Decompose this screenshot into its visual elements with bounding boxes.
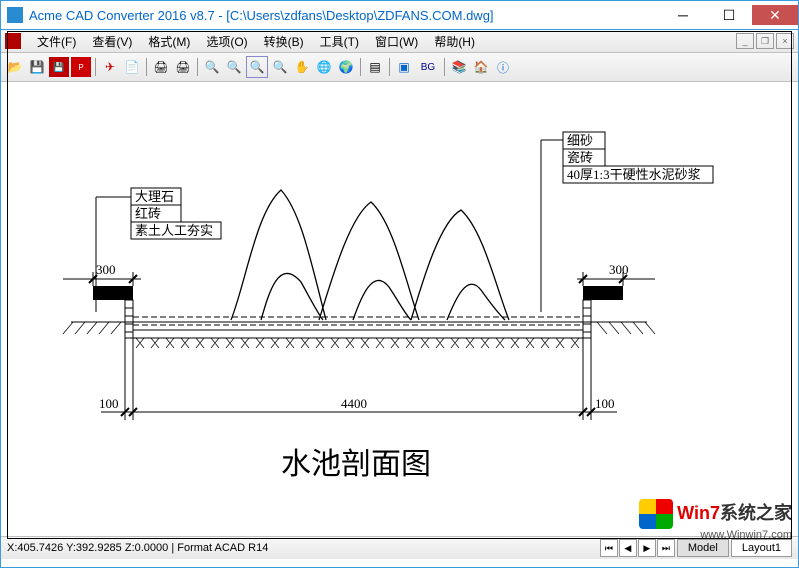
window-title: Acme CAD Converter 2016 v8.7 - [C:\Users… (29, 8, 660, 23)
menu-help[interactable]: 帮助(H) (426, 31, 483, 52)
pdf-icon[interactable]: P (71, 57, 91, 77)
nav-first-icon[interactable]: ⏮ (600, 539, 618, 557)
watermark: Win7系统之家 www.Winwin7.com (639, 499, 792, 541)
batch-icon[interactable]: 📄 (122, 57, 142, 77)
label-right-2: 40厚1:3干硬性水泥砂浆 (567, 167, 701, 182)
layout-icon[interactable]: ▣ (394, 57, 414, 77)
watermark-brand1: Win7 (677, 503, 720, 523)
rock-outlines (231, 190, 509, 320)
open-icon[interactable]: 📂 (5, 57, 25, 77)
minimize-button[interactable]: ─ (660, 5, 706, 25)
cap-left (93, 286, 133, 300)
tab-model[interactable]: Model (677, 539, 729, 557)
toolbar-separator (389, 58, 390, 76)
toolbar-separator (146, 58, 147, 76)
menu-convert[interactable]: 转换(B) (256, 31, 312, 52)
home-icon[interactable]: 🏠 (471, 57, 491, 77)
close-button[interactable]: ✕ (752, 5, 798, 25)
toolbar-separator (360, 58, 361, 76)
print-preview-icon[interactable]: 🖨 (173, 57, 193, 77)
cad-drawing: 大理石 红砖 素土人工夯实 细砂 瓷砖 40厚1:3干硬性水泥砂浆 300 30… (1, 82, 798, 536)
drawing-canvas[interactable]: 大理石 红砖 素土人工夯实 细砂 瓷砖 40厚1:3干硬性水泥砂浆 300 30… (1, 82, 798, 536)
mdi-controls: _ ❐ × (736, 33, 794, 49)
zoom-in-icon[interactable]: 🔍 (202, 57, 222, 77)
app-window: Acme CAD Converter 2016 v8.7 - [C:\Users… (0, 0, 799, 568)
mdi-minimize-button[interactable]: _ (736, 33, 754, 49)
label-left-0: 大理石 (135, 189, 174, 204)
label-left-2: 素土人工夯实 (135, 223, 213, 238)
info-icon[interactable]: ⓘ (493, 57, 513, 77)
toolbar-separator (95, 58, 96, 76)
zoom-rect-icon[interactable]: 🔍 (246, 56, 268, 78)
label-right-0: 细砂 (567, 133, 593, 148)
menubar: 文件(F) 查看(V) 格式(M) 选项(O) 转换(B) 工具(T) 窗口(W… (1, 30, 798, 53)
menu-tools[interactable]: 工具(T) (312, 31, 367, 52)
toolbar: 📂 💾 💾 P ✈ 📄 🖨 🖨 🔍 🔍 🔍 🔍 ✋ 🌐 🌍 ▤ ▣ BG 📚 🏠… (1, 53, 798, 82)
cap-right (583, 286, 623, 300)
menu-icon (5, 33, 21, 49)
dim-300-right: 300 (609, 262, 629, 277)
orbit-icon[interactable]: 🌐 (314, 57, 334, 77)
status-coords: X:405.7426 Y:392.9285 Z:0.0000 | Format … (7, 542, 600, 554)
dim-100-left: 100 (99, 396, 119, 411)
toolbar-separator (197, 58, 198, 76)
menu-format[interactable]: 格式(M) (140, 31, 198, 52)
zoom-extents-icon[interactable]: 🔍 (270, 57, 290, 77)
menu-options[interactable]: 选项(O) (198, 31, 255, 52)
watermark-logo-icon (639, 499, 673, 529)
tab-layout1[interactable]: Layout1 (731, 539, 792, 557)
toolbar-separator (444, 58, 445, 76)
globe-icon[interactable]: 🌍 (336, 57, 356, 77)
layers2-icon[interactable]: 📚 (449, 57, 469, 77)
save-color-icon[interactable]: 💾 (49, 57, 69, 77)
mdi-close-button[interactable]: × (776, 33, 794, 49)
print-icon[interactable]: 🖨 (151, 57, 171, 77)
pan-icon[interactable]: ✋ (292, 57, 312, 77)
dim-300-left: 300 (96, 262, 116, 277)
zoom-out-icon[interactable]: 🔍 (224, 57, 244, 77)
nav-last-icon[interactable]: ⏭ (657, 539, 675, 557)
dxf-icon[interactable]: ✈ (100, 57, 120, 77)
maximize-button[interactable]: ☐ (706, 5, 752, 25)
watermark-url: www.Winwin7.com (639, 529, 792, 541)
save-icon[interactable]: 💾 (27, 57, 47, 77)
drawing-title: 水池剖面图 (281, 448, 431, 481)
window-controls: ─ ☐ ✕ (660, 5, 798, 25)
dimensions-bottom: 100 4400 100 (99, 338, 617, 420)
menu-view[interactable]: 查看(V) (84, 31, 140, 52)
label-right-1: 瓷砖 (567, 150, 593, 165)
titlebar: Acme CAD Converter 2016 v8.7 - [C:\Users… (1, 1, 798, 30)
mdi-restore-button[interactable]: ❐ (756, 33, 774, 49)
menu-window[interactable]: 窗口(W) (367, 31, 426, 52)
watermark-brand2: 系统之家 (720, 503, 792, 523)
pool-section (63, 300, 655, 348)
bg-button[interactable]: BG (416, 57, 440, 77)
layers-icon[interactable]: ▤ (365, 57, 385, 77)
dim-100-right: 100 (595, 396, 615, 411)
nav-next-icon[interactable]: ▶ (638, 539, 656, 557)
nav-prev-icon[interactable]: ◀ (619, 539, 637, 557)
app-icon (7, 7, 23, 23)
label-left-1: 红砖 (135, 206, 161, 221)
menu-file[interactable]: 文件(F) (29, 31, 84, 52)
tab-nav: ⏮ ◀ ▶ ⏭ (600, 539, 675, 557)
dim-4400: 4400 (341, 396, 367, 411)
